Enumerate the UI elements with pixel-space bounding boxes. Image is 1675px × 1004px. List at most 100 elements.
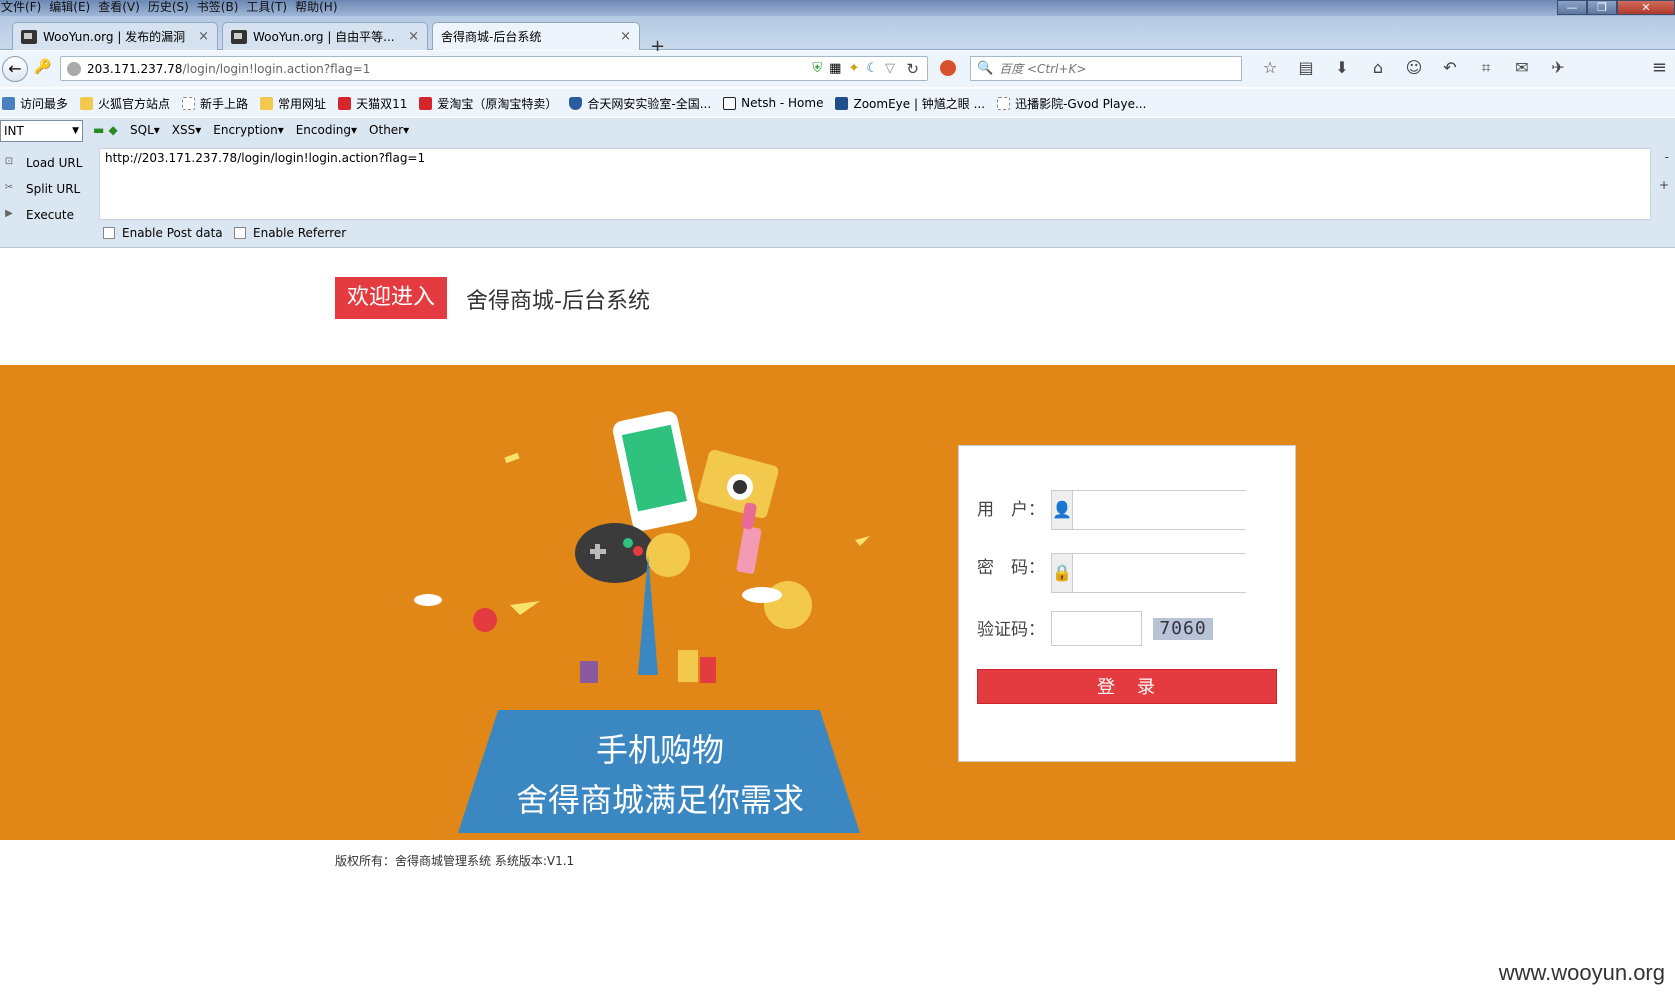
menu-tools[interactable]: 工具(T): [245, 0, 294, 16]
bookmark-item[interactable]: 迅播影院-Gvod Playe...: [997, 95, 1146, 112]
close-window-button[interactable]: ✕: [1617, 0, 1675, 15]
minimize-button[interactable]: —: [1557, 0, 1587, 15]
hackbar-menus: SQL▾ XSS▾ Encryption▾ Encoding▾ Other▾: [130, 123, 409, 137]
url-bar[interactable]: 203.171.237.78 /login/login!login.action…: [60, 56, 928, 81]
enable-post-checkbox[interactable]: Enable Post data: [103, 226, 223, 240]
menu-help[interactable]: 帮助(H): [294, 0, 344, 16]
bookmark-item[interactable]: 访问最多: [2, 95, 68, 112]
firefox-addon-icon[interactable]: [940, 60, 956, 76]
captcha-image[interactable]: 7060: [1153, 618, 1213, 640]
menu-bookmarks[interactable]: 书签(B): [196, 0, 246, 16]
login-button[interactable]: 登 录: [977, 669, 1277, 704]
bookmark-item[interactable]: 新手上路: [182, 95, 248, 112]
search-bar[interactable]: 🔍: [970, 56, 1242, 81]
username-label: 用 户：: [977, 500, 1045, 520]
username-field[interactable]: 👤: [1051, 490, 1266, 530]
banner-line-2: 舍得商城满足你需求: [515, 781, 804, 819]
home-icon[interactable]: ⌂: [1360, 58, 1396, 78]
reload-icon[interactable]: ↻: [906, 60, 919, 78]
split-url-icon: ✂: [4, 182, 14, 193]
enable-referrer-checkbox[interactable]: Enable Referrer: [234, 226, 346, 240]
hamburger-menu-icon[interactable]: ≡: [1652, 57, 1667, 78]
hackbar-panel: INT ▼ ▬ ◆ SQL▾ XSS▾ Encryption▾ Encoding…: [0, 118, 1675, 248]
close-tab-icon[interactable]: ×: [198, 29, 209, 44]
password-label: 密 码：: [977, 558, 1045, 578]
chat-icon[interactable]: ☺: [1396, 58, 1432, 78]
menu-file[interactable]: 文件(F): [0, 0, 48, 16]
password-field[interactable]: 🔒: [1051, 553, 1266, 593]
url-path: /login/login!login.action?flag=1: [182, 61, 371, 76]
hackbar-menu-encryption[interactable]: Encryption▾: [213, 123, 283, 137]
tab-title: 舍得商城-后台系统: [441, 30, 542, 44]
search-input[interactable]: [999, 61, 1230, 76]
menu-edit[interactable]: 编辑(E): [48, 0, 97, 16]
hackbar-shrink-button[interactable]: -: [1665, 150, 1669, 164]
tmall-icon: [338, 96, 352, 110]
hackbar-menu-encoding[interactable]: Encoding▾: [296, 123, 357, 137]
close-tab-icon[interactable]: ×: [408, 29, 419, 44]
back-button[interactable]: ←: [2, 56, 28, 82]
tab-wooyun-free[interactable]: WooYun.org | 自由平等... ×: [222, 22, 428, 50]
chevron-down-icon: ▼: [72, 126, 79, 136]
bookmark-item[interactable]: Netsh - Home: [723, 96, 823, 110]
moon-icon[interactable]: ☾: [866, 61, 878, 76]
url-host: 203.171.237.78: [87, 61, 183, 76]
crop-icon[interactable]: ⌗: [1468, 58, 1504, 78]
wooyun-favicon-icon: [21, 29, 37, 44]
bookmark-star-icon[interactable]: ☆: [1252, 58, 1288, 78]
captcha-input[interactable]: [1051, 611, 1142, 646]
tab-wooyun-vulns[interactable]: WooYun.org | 发布的漏洞 ×: [12, 22, 218, 50]
shield-icon[interactable]: ⛨: [812, 61, 822, 76]
tab-title: WooYun.org | 发布的漏洞: [43, 30, 186, 44]
username-input[interactable]: [1072, 491, 1266, 529]
aitaobao-icon: [419, 96, 433, 110]
wooyun-favicon-icon: [231, 29, 247, 44]
folder-icon: [80, 96, 94, 110]
hackbar-menu-xss[interactable]: XSS▾: [172, 123, 201, 137]
dropdown-icon[interactable]: ▽: [885, 61, 895, 76]
extension-icon[interactable]: ✈: [1540, 58, 1576, 78]
bookmark-item[interactable]: ZoomEye | 钟馗之眼 ...: [835, 95, 985, 112]
qrcode-icon[interactable]: ▦: [829, 61, 841, 76]
checkbox-box: [103, 227, 115, 239]
hackbar-menu-sql[interactable]: SQL▾: [130, 123, 160, 137]
load-url-button[interactable]: ⊡ Load URL: [0, 150, 98, 176]
bookmark-item[interactable]: 合天网安实验室-全国...: [569, 95, 711, 112]
bookmark-item[interactable]: 火狐官方站点: [80, 95, 170, 112]
download-icon[interactable]: ⬇: [1324, 58, 1360, 78]
globe-icon: [67, 61, 81, 76]
comment-icon[interactable]: ✉: [1504, 58, 1540, 78]
close-tab-icon[interactable]: ×: [620, 29, 631, 44]
addon-icon[interactable]: ✦: [848, 61, 859, 76]
reading-list-icon[interactable]: ▤: [1288, 58, 1324, 78]
hackbar-toggle-icons[interactable]: ▬ ◆: [93, 123, 118, 137]
hackbar-url-textarea[interactable]: http://203.171.237.78/login/login!login.…: [99, 148, 1651, 220]
menu-view[interactable]: 查看(V): [97, 0, 147, 16]
menu-history[interactable]: 历史(S): [147, 0, 196, 16]
bookmark-item[interactable]: 天猫双11: [338, 95, 407, 112]
hackbar-menu-other[interactable]: Other▾: [369, 123, 409, 137]
copyright-footer: 版权所有：舍得商城管理系统 系统版本:V1.1: [335, 854, 575, 868]
bookmark-icon: [2, 96, 15, 110]
split-url-button[interactable]: ✂ Split URL: [0, 176, 98, 202]
navigation-bar: ← 🔑 203.171.237.78 /login/login!login.ac…: [0, 51, 1675, 87]
load-url-icon: ⊡: [4, 156, 14, 167]
execute-icon: ▶: [5, 208, 13, 219]
password-input[interactable]: [1072, 554, 1266, 592]
hackbar-grow-button[interactable]: +: [1659, 178, 1669, 192]
login-form: 用 户： 👤 密 码： 🔒 验证码： 7060 登 录: [958, 445, 1296, 762]
shopping-illustration: 手机购物 舍得商城满足你需求: [400, 405, 880, 833]
checkbox-box: [234, 227, 246, 239]
captcha-label: 验证码：: [977, 620, 1045, 640]
tab-shede-admin[interactable]: 舍得商城-后台系统 ×: [432, 22, 640, 50]
watermark: www.wooyun.org: [1498, 960, 1665, 985]
page-icon: [182, 96, 196, 110]
execute-button[interactable]: ▶ Execute: [0, 202, 98, 228]
hackbar-type-select[interactable]: INT ▼: [0, 120, 83, 142]
bookmark-item[interactable]: 爱淘宝（原淘宝特卖）: [419, 95, 557, 112]
restore-button[interactable]: ❐: [1587, 0, 1617, 15]
user-icon: 👤: [1052, 491, 1073, 529]
bookmark-item[interactable]: 常用网址: [260, 95, 326, 112]
search-icon: 🔍: [977, 61, 994, 76]
undo-icon[interactable]: ↶: [1432, 58, 1468, 78]
